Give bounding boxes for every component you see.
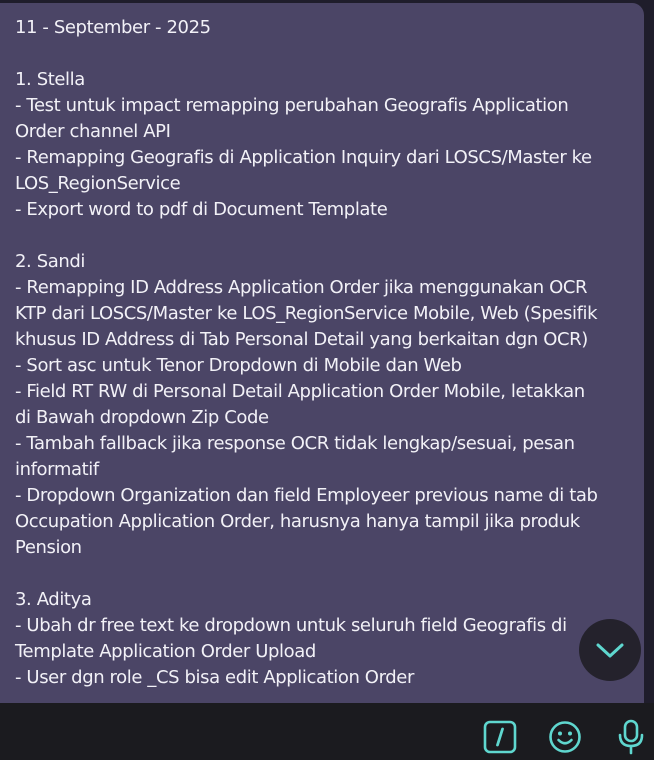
smiley-icon xyxy=(549,721,581,753)
message-line: - Remapping Geografis di Application Inq… xyxy=(15,147,592,168)
chat-area: 11 - September - 2025 1. Stella - Test u… xyxy=(0,0,654,703)
message-line: 3. Aditya xyxy=(15,589,92,610)
message-line: di Bawah dropdown Zip Code xyxy=(15,407,269,428)
message-line: Pension xyxy=(15,537,82,558)
message-line: - Field RT RW di Personal Detail Applica… xyxy=(15,381,585,402)
emoji-button[interactable] xyxy=(548,719,582,755)
message-line: - User dgn role _CS bisa edit Applicatio… xyxy=(15,667,414,688)
message-line: 11 - September - 2025 xyxy=(15,17,211,38)
message-line: - Dropdown Organization dan field Employ… xyxy=(15,485,598,506)
message-line: KTP dari LOSCS/Master ke LOS_RegionServi… xyxy=(15,303,598,324)
commands-button[interactable] xyxy=(483,719,517,755)
slash-command-icon xyxy=(483,720,517,754)
microphone-icon xyxy=(618,719,644,755)
message-line: - Remapping ID Address Application Order… xyxy=(15,277,588,298)
message-line: informatif xyxy=(15,459,99,480)
chevron-down-icon xyxy=(596,643,624,658)
message-line: - Ubah dr free text ke dropdown untuk se… xyxy=(15,615,567,636)
message-line xyxy=(15,223,630,249)
message-line: 1. Stella xyxy=(15,69,85,90)
message-line: - Tambah fallback jika response OCR tida… xyxy=(15,433,575,454)
message-line: - Test untuk impact remapping perubahan … xyxy=(15,95,569,116)
message-line: LOS_RegionService xyxy=(15,173,181,194)
message-line: Occupation Application Order, harusnya h… xyxy=(15,511,580,532)
message-line: Template Application Order Upload xyxy=(15,641,316,662)
message-line xyxy=(15,41,630,67)
voice-message-button[interactable] xyxy=(614,719,648,755)
composer-bar xyxy=(0,703,654,760)
message-line: - Export word to pdf di Document Templat… xyxy=(15,199,388,220)
message-line: 2. Sandi xyxy=(15,251,85,272)
message-line: - Sort asc untuk Tenor Dropdown di Mobil… xyxy=(15,355,462,376)
message-line xyxy=(15,561,630,587)
message-line: Order channel API xyxy=(15,121,171,142)
scroll-down-button[interactable] xyxy=(579,619,641,681)
message-line: khusus ID Address di Tab Personal Detail… xyxy=(15,329,588,350)
message-bubble[interactable]: 11 - September - 2025 1. Stella - Test u… xyxy=(0,3,644,703)
